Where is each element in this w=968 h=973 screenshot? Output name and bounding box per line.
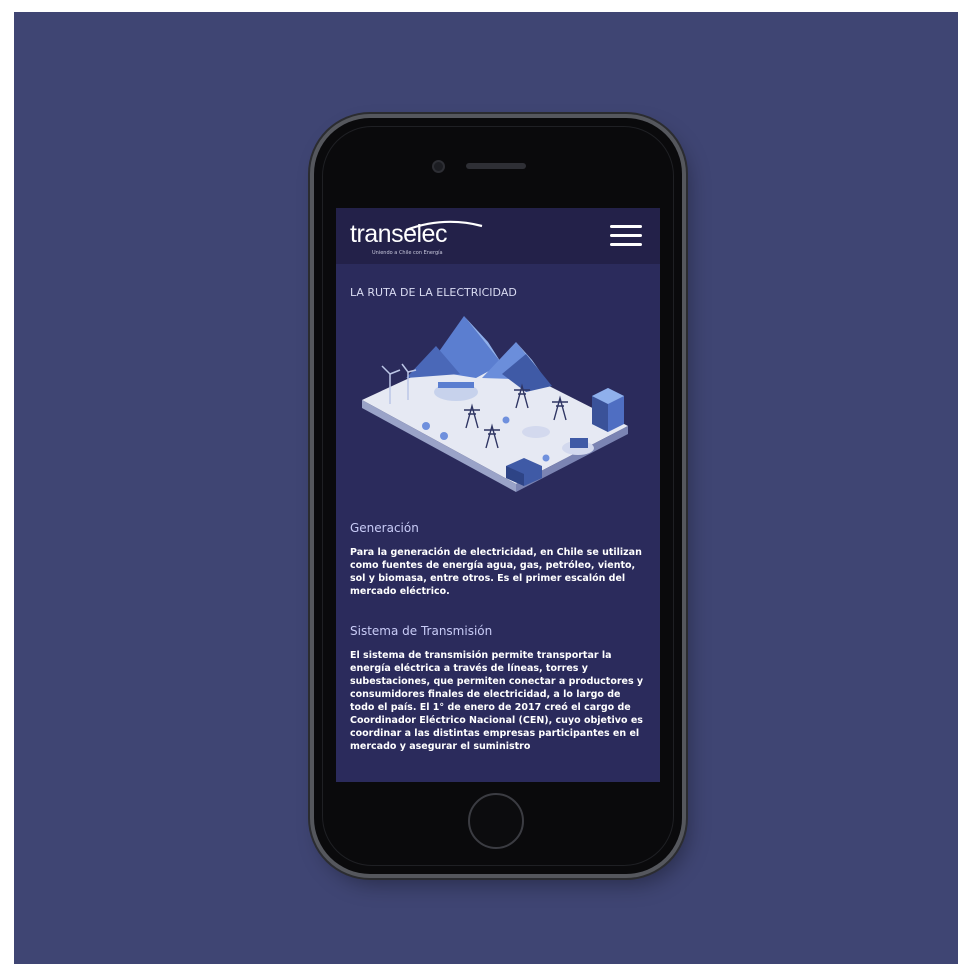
logo-tagline: Uniendo a Chile con Energía [372,250,443,256]
transelec-logo[interactable]: transelec Uniendo a Chile con Energía [350,218,490,260]
phone-screen: transelec Uniendo a Chile con Energía LA… [336,208,660,782]
phone-mockup: transelec Uniendo a Chile con Energía LA… [314,118,682,874]
hamburger-menu-icon[interactable] [610,225,642,247]
electricity-grid-illustration [362,316,628,492]
home-button[interactable] [468,793,524,849]
section-heading-generacion: Generación [350,521,419,535]
logo-wordmark: transelec [350,220,447,248]
app-header: transelec Uniendo a Chile con Energía [336,208,660,264]
page-title: LA RUTA DE LA ELECTRICIDAD [350,286,517,299]
front-camera [432,160,445,173]
earpiece-speaker [466,163,526,169]
section-heading-transmision: Sistema de Transmisión [350,624,493,638]
section-body-generacion: Para la generación de electricidad, en C… [350,547,642,597]
section-body-transmision: El sistema de transmisión permite transp… [350,650,644,752]
